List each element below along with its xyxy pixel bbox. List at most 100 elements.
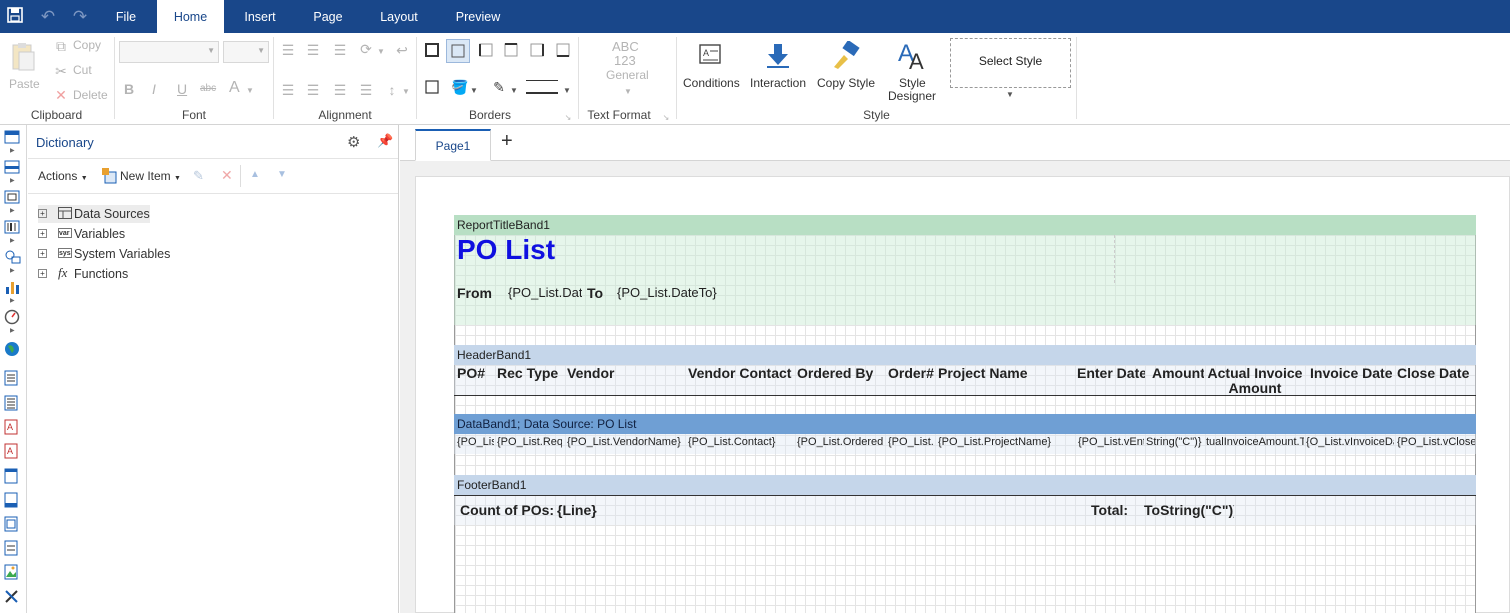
data-field-actual-invoice-amount[interactable]: tualInvoiceAmount.To [1206, 433, 1304, 451]
style-designer-label-1[interactable]: Style [899, 76, 926, 90]
undo-icon[interactable]: ↶ [38, 7, 58, 27]
fill-color-icon[interactable]: 🪣 [451, 79, 468, 95]
align-right-icon[interactable]: ☰ [332, 82, 348, 98]
total-value-field[interactable]: ToString("C")} [1144, 502, 1234, 520]
footer-band-header[interactable]: FooterBand1 [454, 475, 1476, 495]
data-field-close-date[interactable]: {PO_List.vClose [1397, 433, 1475, 451]
expand-icon[interactable]: + [38, 249, 47, 258]
column-header-vendor-contact[interactable]: Vendor Contact [688, 366, 792, 396]
paste-button[interactable]: Paste [9, 77, 40, 91]
save-icon[interactable] [5, 7, 25, 27]
column-header-rec-type[interactable]: Rec Type [497, 366, 560, 396]
rotate-icon[interactable]: ⟳ [358, 41, 374, 57]
text-in-cells-icon[interactable]: A [4, 419, 22, 435]
chevron-down-icon[interactable]: ▼ [1005, 87, 1015, 103]
expand-icon[interactable]: + [38, 269, 47, 278]
data-field-contact[interactable]: {PO_List.Contact} [688, 433, 793, 451]
column-header-amount[interactable]: Amount [1152, 366, 1204, 396]
tab-preview[interactable]: Preview [446, 0, 510, 33]
report-title-text[interactable]: PO List [457, 235, 1115, 283]
edit-icon[interactable]: ✎ [193, 168, 204, 184]
data-field-invoice-date[interactable]: {O_List.vInvoiceDat [1306, 433, 1394, 451]
redo-icon[interactable]: ↷ [70, 7, 90, 27]
from-label[interactable]: From [457, 284, 503, 304]
shapes-icon[interactable] [4, 249, 22, 265]
tab-insert[interactable]: Insert [232, 0, 288, 33]
cut-button[interactable]: Cut [73, 63, 92, 77]
new-item-button[interactable]: New Item ▼ [120, 169, 181, 183]
subreport-icon[interactable] [4, 516, 22, 532]
style-designer-label-2[interactable]: Designer [888, 89, 936, 103]
copy-style-button[interactable]: Copy Style [817, 76, 875, 90]
expand-icon[interactable]: + [38, 209, 47, 218]
data-field-ordered-by[interactable]: {PO_List.Orderedl [797, 433, 883, 451]
border-bottom-icon[interactable] [555, 43, 571, 60]
border-top-icon[interactable] [503, 43, 519, 60]
font-color-button[interactable]: A [229, 79, 240, 97]
to-value-field[interactable]: {PO_List.DateTo} [617, 284, 794, 304]
data-field-vendor[interactable]: {PO_List.VendorName} [567, 433, 682, 451]
count-value-field[interactable]: {Line} [557, 502, 613, 520]
band-icon[interactable] [4, 130, 22, 146]
border-right-icon[interactable] [529, 43, 545, 60]
rich-text-icon[interactable] [4, 395, 22, 411]
tree-item-data-sources[interactable]: + Data Sources [38, 205, 150, 223]
column-header-close-date[interactable]: Close Date [1397, 366, 1475, 396]
align-middle-icon[interactable]: ☰ [305, 42, 321, 58]
gear-icon[interactable]: ⚙ [347, 133, 360, 151]
delete-button[interactable]: Delete [73, 88, 108, 102]
text-format-button[interactable]: General [606, 68, 649, 82]
chart-icon[interactable] [4, 279, 22, 295]
label-icon[interactable]: A [4, 443, 22, 459]
tab-page[interactable]: Page [300, 0, 356, 33]
strikethrough-button[interactable]: abc [200, 83, 216, 94]
data-field-rec-type[interactable]: {PO_List.Req [497, 433, 562, 451]
tools-icon[interactable] [4, 588, 22, 604]
column-header-po[interactable]: PO# [457, 366, 493, 396]
report-title-band-header[interactable]: ReportTitleBand1 [454, 215, 1476, 235]
justify-icon[interactable]: ☰ [358, 82, 374, 98]
border-left-icon[interactable] [478, 43, 494, 60]
wrap-text-icon[interactable]: ↩ [394, 42, 410, 58]
copy-button[interactable]: Copy [73, 38, 101, 52]
border-none-button[interactable] [446, 39, 470, 63]
delete-item-icon[interactable]: ✕ [221, 167, 233, 184]
data-field-amount[interactable]: String("C")} [1146, 433, 1204, 451]
italic-button[interactable]: I [152, 81, 156, 97]
expand-icon[interactable]: + [38, 229, 47, 238]
line-spacing-icon[interactable]: ↕ [384, 82, 400, 98]
cross-band-icon[interactable] [4, 160, 22, 176]
data-field-order-number[interactable]: {PO_List. [888, 433, 935, 451]
add-page-button[interactable]: + [501, 130, 513, 153]
column-header-invoice-date[interactable]: Invoice Date [1310, 366, 1392, 396]
font-size-combo[interactable]: ▼ [223, 41, 269, 63]
move-up-icon[interactable]: ▲ [250, 169, 260, 180]
container-icon[interactable] [4, 492, 22, 508]
count-label[interactable]: Count of POs: [460, 502, 554, 520]
pin-icon[interactable]: 📌 [377, 133, 393, 149]
align-top-icon[interactable]: ☰ [280, 42, 296, 58]
bold-button[interactable]: B [124, 81, 134, 97]
tab-layout[interactable]: Layout [369, 0, 429, 33]
data-band-header[interactable]: DataBand1; Data Source: PO List [454, 414, 1476, 434]
conditions-button[interactable]: Conditions [683, 76, 740, 90]
column-header-project-name[interactable]: Project Name [938, 366, 1072, 396]
text-icon[interactable] [4, 370, 22, 386]
border-settings-icon[interactable] [424, 80, 440, 97]
table-component-icon[interactable] [4, 540, 22, 556]
column-header-order-number[interactable]: Order# [888, 366, 934, 396]
align-left-icon[interactable]: ☰ [280, 82, 296, 98]
tab-home[interactable]: Home [157, 0, 224, 33]
tab-page1[interactable]: Page1 [415, 129, 491, 161]
font-name-combo[interactable]: ▼ [119, 41, 219, 63]
expand-dialog-icon[interactable]: ↘ [563, 110, 573, 126]
barcode-icon[interactable] [4, 220, 22, 236]
image-icon[interactable] [4, 564, 22, 580]
total-label[interactable]: Total: [1091, 502, 1141, 520]
data-field-project-name[interactable]: {PO_List.ProjectName} [938, 433, 1074, 451]
border-style-icon[interactable] [526, 80, 558, 94]
panel-icon[interactable] [4, 468, 22, 484]
to-label[interactable]: To [587, 284, 613, 304]
interaction-button[interactable]: Interaction [750, 76, 806, 90]
border-color-icon[interactable]: ✎ [491, 79, 507, 95]
